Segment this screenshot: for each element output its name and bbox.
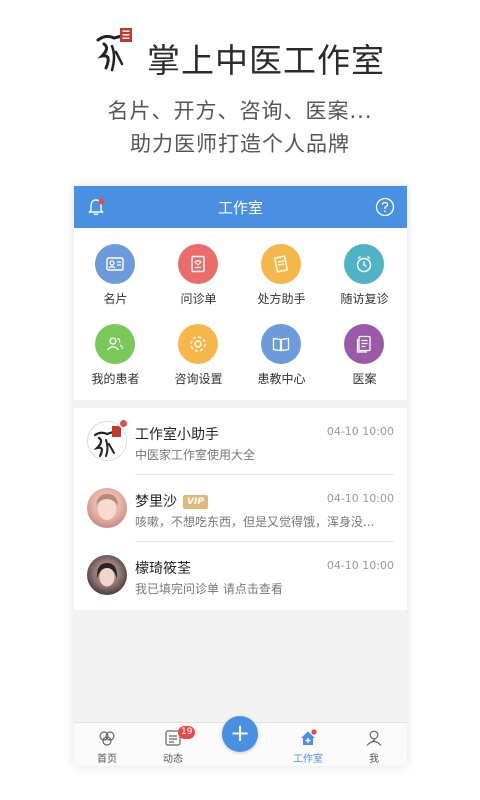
- message-row[interactable]: 檬琦筱荃 我已填完问诊单 请点击查看 04-10 10:00: [74, 542, 407, 609]
- avatar: [87, 488, 127, 528]
- contact-name-text: 梦里沙: [135, 494, 177, 510]
- settings-icon: [190, 336, 206, 352]
- contact-name: 工作室小助手: [135, 427, 219, 443]
- grid-label-followup: 随访复诊: [340, 292, 389, 306]
- message-time: 04-10 10:00: [326, 425, 394, 438]
- message-time: 04-10 10:00: [326, 492, 394, 505]
- message-preview: 中医家工作室使用大全: [135, 448, 256, 462]
- patients-icon-bg: [95, 324, 135, 364]
- grid-item-card[interactable]: 名片: [74, 228, 157, 308]
- tab-home[interactable]: 首页: [74, 723, 140, 766]
- form-icon-bg: [178, 244, 218, 284]
- phone-mockup: 工作室 名片 问诊单 处方助手 随访复诊 我的患者 咨询设置 患教中心 医案 工…: [74, 186, 407, 766]
- grid-item-records[interactable]: 医案: [323, 308, 406, 388]
- unread-dot: [120, 420, 127, 427]
- profile-icon: [366, 730, 382, 746]
- contact-name: 檬琦筱荃: [135, 561, 191, 577]
- message-row[interactable]: 工作室小助手 中医家工作室使用大全 04-10 10:00: [74, 408, 407, 475]
- plus-icon: +: [229, 719, 251, 747]
- assistant-logo-icon: [93, 426, 121, 458]
- card-icon-bg: [95, 244, 135, 284]
- grid-label-consult-settings: 咨询设置: [174, 372, 223, 386]
- grid-item-education[interactable]: 患教中心: [240, 308, 323, 388]
- tab-label-home: 首页: [97, 754, 117, 765]
- add-button[interactable]: +: [222, 716, 258, 752]
- grid-label-records: 医案: [352, 372, 377, 386]
- patients-icon: [107, 337, 124, 351]
- avatar: [87, 421, 127, 461]
- help-icon[interactable]: [375, 197, 395, 217]
- promo-header: 掌上中医工作室 名片、开方、咨询、医案... 助力医师打造个人品牌: [0, 0, 480, 180]
- contact-name: 梦里沙 VIP: [135, 491, 208, 511]
- grid-label-prescription: 处方助手: [257, 292, 306, 306]
- message-time: 04-10 10:00: [326, 559, 394, 572]
- page-title: 工作室: [217, 199, 263, 217]
- message-preview: 咳嗽，不想吃东西，但是又觉得饿，浑身没...: [135, 515, 375, 529]
- bottom-tab-bar: 首页 动态 19 + 工作室 我: [74, 716, 407, 766]
- message-preview: 我已填完问诊单 请点击查看: [135, 582, 283, 596]
- tab-label-studio: 工作室: [293, 754, 323, 765]
- tab-label-feed: 动态: [163, 754, 183, 765]
- records-icon: [356, 335, 371, 353]
- notification-badge: 19: [178, 726, 196, 739]
- home-icon: [99, 731, 115, 746]
- grid-item-consult-form[interactable]: 问诊单: [157, 228, 240, 308]
- top-bar: 工作室: [74, 186, 407, 228]
- tab-feed[interactable]: 动态: [140, 723, 206, 766]
- feature-grid: 名片 问诊单 处方助手 随访复诊 我的患者 咨询设置 患教中心 医案: [74, 228, 407, 400]
- book-icon-bg: [261, 324, 301, 364]
- grid-label-patients: 我的患者: [91, 372, 140, 386]
- grid-label-card: 名片: [103, 292, 128, 306]
- clock-icon-bg: [344, 244, 384, 284]
- grid-item-prescription[interactable]: 处方助手: [240, 228, 323, 308]
- grid-item-followup[interactable]: 随访复诊: [323, 228, 406, 308]
- app-title: 掌上中医工作室: [147, 41, 385, 80]
- tab-studio[interactable]: 工作室: [275, 723, 341, 766]
- card-icon: [106, 257, 124, 271]
- message-row[interactable]: 梦里沙 VIP 咳嗽，不想吃东西，但是又觉得饿，浑身没... 04-10 10:0…: [74, 475, 407, 542]
- grid-item-consult-settings[interactable]: 咨询设置: [157, 308, 240, 388]
- grid-item-patients[interactable]: 我的患者: [74, 308, 157, 388]
- prescription-icon-bg: [261, 244, 301, 284]
- user-photo-icon: [96, 563, 118, 587]
- grid-label-education: 患教中心: [257, 372, 306, 386]
- tagline-primary: 名片、开方、咨询、医案...: [107, 99, 373, 123]
- vip-badge: VIP: [183, 495, 208, 509]
- tab-label-me: 我: [369, 754, 379, 765]
- prescription-icon: [273, 255, 289, 273]
- tab-me[interactable]: 我: [341, 723, 407, 766]
- form-icon: [191, 255, 205, 273]
- promo-screen: 掌上中医工作室 名片、开方、咨询、医案... 助力医师打造个人品牌 工作室 名片…: [0, 0, 480, 800]
- book-icon: [272, 337, 290, 352]
- user-photo-icon: [96, 494, 118, 520]
- settings-icon-bg: [178, 324, 218, 364]
- grid-label-consult-form: 问诊单: [180, 292, 217, 306]
- app-logo: [96, 28, 132, 72]
- clock-icon: [356, 255, 372, 273]
- studio-icon: [301, 729, 317, 745]
- records-icon-bg: [344, 324, 384, 364]
- message-list: 工作室小助手 中医家工作室使用大全 04-10 10:00 梦里沙 VIP 咳嗽，…: [74, 408, 407, 610]
- avatar: [87, 555, 127, 595]
- tagline-secondary: 助力医师打造个人品牌: [130, 132, 350, 156]
